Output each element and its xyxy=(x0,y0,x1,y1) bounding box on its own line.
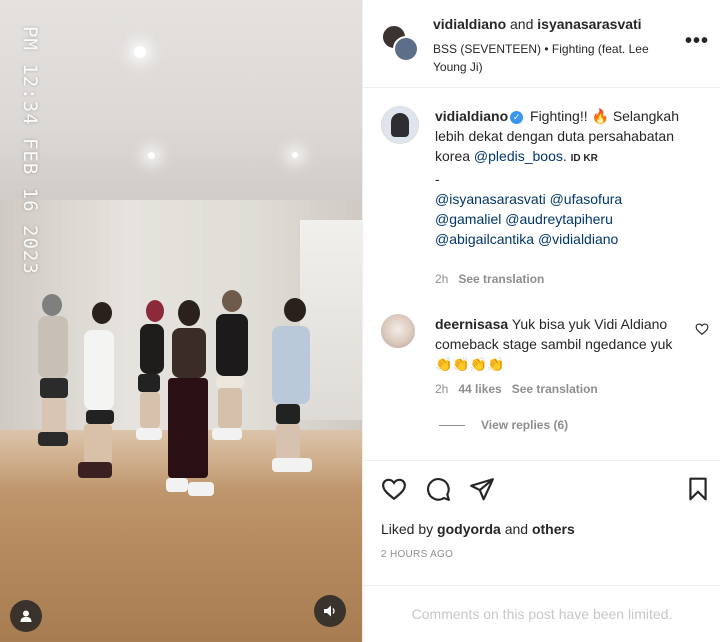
liked-and: and xyxy=(500,521,532,537)
liked-others-link[interactable]: others xyxy=(532,521,575,537)
post-caption: vidialdiano ✓ Fighting!! 🔥 Selangkah lebi… xyxy=(435,106,703,249)
caption-dash: - xyxy=(435,171,440,187)
video-timestamp: PM 12:34 FEB 16 2023 xyxy=(18,26,42,275)
view-replies-label: View replies (6) xyxy=(481,418,569,432)
mention-link[interactable]: @isyanasarasvati xyxy=(435,191,546,207)
more-options-button[interactable]: ••• xyxy=(685,31,709,51)
view-replies-button[interactable]: View replies (6) xyxy=(439,418,568,432)
username-link[interactable]: isyanasarasvati xyxy=(537,16,641,32)
share-icon[interactable] xyxy=(469,476,495,502)
comment-icon[interactable] xyxy=(425,476,451,502)
tagged-users-button[interactable] xyxy=(10,600,42,632)
user-icon xyxy=(20,610,32,622)
comment-meta: 2h 44 likes See translation xyxy=(435,382,598,396)
avatar xyxy=(393,36,419,62)
comments-limited-notice: Comments on this post have been limited. xyxy=(363,585,720,642)
post-time[interactable]: 2 HOURS AGO xyxy=(381,549,453,560)
verified-badge-icon: ✓ xyxy=(510,111,524,124)
see-translation-link[interactable]: See translation xyxy=(512,382,598,396)
like-comment-icon[interactable] xyxy=(695,322,709,336)
mention-link[interactable]: @audreytapiheru xyxy=(505,211,613,227)
mention-link[interactable]: @abigailcantika xyxy=(435,231,534,247)
mention-link[interactable]: @gamaliel xyxy=(435,211,501,227)
post-sidebar: vidialdiano and isyanasarasvati BSS (SEV… xyxy=(362,0,720,642)
avatar[interactable] xyxy=(381,314,415,348)
joiner-text: and xyxy=(506,16,538,32)
post-actions: Liked by godyorda and others 2 HOURS AGO xyxy=(363,460,720,585)
comments-section: vidialdiano ✓ Fighting!! 🔥 Selangkah lebi… xyxy=(363,88,720,460)
timestamp-time: PM 12:34 xyxy=(19,26,41,126)
audio-track-link[interactable]: BSS (SEVENTEEN) • Fighting (feat. Lee Yo… xyxy=(433,40,673,76)
post-header: vidialdiano and isyanasarasvati BSS (SEV… xyxy=(363,0,720,88)
mention-link[interactable]: @ufasofura xyxy=(550,191,623,207)
username-link[interactable]: godyorda xyxy=(437,521,501,537)
more-options-icon: ••• xyxy=(685,30,710,52)
caption-meta: 2h See translation xyxy=(435,272,544,286)
see-translation-link[interactable]: See translation xyxy=(458,272,544,286)
heart-icon[interactable] xyxy=(381,476,407,502)
comment-time: 2h xyxy=(435,382,449,396)
bookmark-icon[interactable] xyxy=(685,476,711,502)
username-link[interactable]: vidialdiano xyxy=(433,16,506,32)
speaker-icon xyxy=(324,605,335,617)
liked-by-summary: Liked by godyorda and others xyxy=(381,521,575,537)
timestamp-date: FEB 16 2023 xyxy=(19,137,41,275)
video-ceiling xyxy=(0,0,362,210)
flag-text: ID KR xyxy=(570,153,598,164)
username-link[interactable]: vidialdiano xyxy=(435,108,508,124)
username-link[interactable]: deernisasa xyxy=(435,316,508,332)
mention-link[interactable]: @vidialdiano xyxy=(538,231,618,247)
divider xyxy=(439,424,465,426)
mention-link[interactable]: @pledis_boos xyxy=(474,148,563,164)
caption-time: 2h xyxy=(435,272,449,286)
comment-likes[interactable]: 44 likes xyxy=(458,382,501,396)
comment: deernisasa Yuk bisa yuk Vidi Aldiano com… xyxy=(435,314,675,374)
post-video[interactable]: PM 12:34 FEB 16 2023 xyxy=(0,0,362,642)
collab-usernames: vidialdiano and isyanasarasvati xyxy=(433,16,642,32)
avatar[interactable] xyxy=(381,106,419,144)
caption-text: . xyxy=(562,148,571,164)
volume-button[interactable] xyxy=(314,595,346,627)
instagram-post-view: PM 12:34 FEB 16 2023 vidialdiano and isy… xyxy=(0,0,720,642)
collab-avatars[interactable] xyxy=(381,24,421,64)
liked-prefix: Liked by xyxy=(381,521,438,537)
